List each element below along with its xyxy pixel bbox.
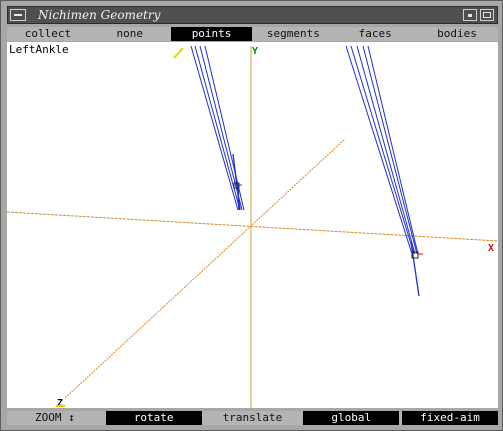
fixed-aim-button[interactable]: fixed-aim: [402, 411, 498, 425]
zoom-button[interactable]: ZOOM ↕: [7, 411, 103, 425]
y-axis-label: Y: [252, 46, 258, 57]
tab-collect[interactable]: collect: [7, 27, 89, 41]
tab-segments[interactable]: segments: [252, 27, 334, 41]
segment-bundle-right[interactable]: [345, 45, 419, 255]
3d-viewport[interactable]: Y X Z LeftAnkle: [7, 42, 498, 408]
tab-faces[interactable]: faces: [334, 27, 416, 41]
tab-points[interactable]: points: [170, 27, 253, 41]
maximize-icon[interactable]: [480, 9, 494, 21]
selected-point-label: LeftAnkle: [9, 43, 69, 56]
z-axis-line: [64, 138, 346, 399]
global-button[interactable]: global: [303, 411, 400, 425]
title-bar[interactable]: Nichimen Geometry: [7, 6, 498, 24]
segment-bundle-left[interactable]: [190, 45, 245, 211]
scene-canvas: Y X Z: [7, 45, 498, 408]
translate-button[interactable]: translate: [205, 411, 301, 425]
rotate-button[interactable]: rotate: [105, 411, 202, 425]
window-title: Nichimen Geometry: [38, 8, 161, 22]
selection-cursor-mark: [173, 47, 184, 59]
selection-mode-tabs: collect none points segments faces bodie…: [7, 27, 498, 41]
shin-segment-right[interactable]: [410, 241, 420, 297]
x-axis-label: X: [488, 243, 494, 254]
window-menu-icon[interactable]: [10, 9, 26, 21]
z-axis-label-highlight: [56, 405, 65, 407]
tab-bodies[interactable]: bodies: [416, 27, 498, 41]
minimize-icon[interactable]: [463, 9, 477, 21]
view-control-tabs: ZOOM ↕ rotate translate global fixed-aim: [7, 411, 498, 425]
x-axis-line: [7, 211, 498, 242]
tab-none[interactable]: none: [89, 27, 171, 41]
app-window: Nichimen Geometry collect none points se…: [0, 0, 503, 431]
